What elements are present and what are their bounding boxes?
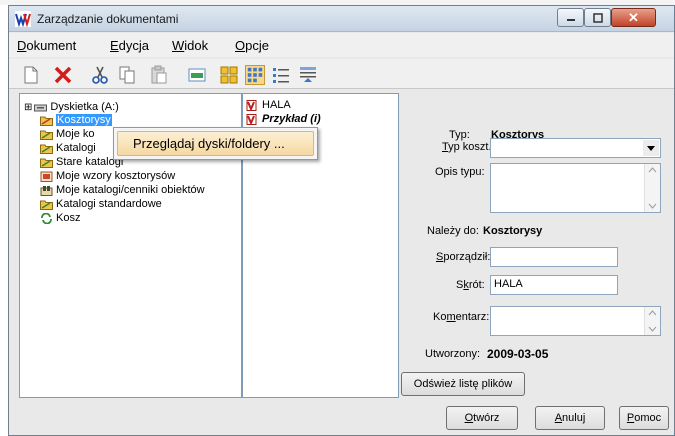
tree-item-katalogi-standardowe[interactable]: Katalogi standardowe [40,197,162,211]
delete-icon[interactable] [53,65,73,85]
list-view-icon[interactable] [271,65,291,85]
tree-item-moje-wzory[interactable]: Moje wzory kosztorysów [40,169,175,183]
menu-edycja[interactable]: Edycja [110,38,149,53]
opis-typu-label: Opis typu: [435,166,485,178]
scroll-up-icon[interactable] [648,310,657,317]
folder-icon [40,200,53,210]
scroll-down-icon[interactable] [648,202,657,209]
template-folder-icon [40,171,53,182]
maximize-icon [592,12,603,23]
maximize-button[interactable] [584,8,611,27]
copy-icon[interactable] [117,65,137,85]
new-document-icon[interactable] [21,65,41,85]
open-button[interactable]: Otwórz [446,406,518,430]
scroll-up-icon[interactable] [648,167,657,174]
scrollbar[interactable] [644,164,660,212]
file-item-przyklad[interactable]: Przykład (i) [246,112,321,126]
document-manager-window: Zarządzanie dokumentami ✕ Dokument Edycj… [8,5,675,436]
help-button[interactable]: Pomoc [619,406,669,430]
details-view-icon[interactable] [298,65,318,85]
preview-icon[interactable] [187,65,207,85]
catalog-folder-icon [40,185,53,196]
nalezy-do-label: Należy do: [427,225,479,237]
skrot-label: Skrót: [456,279,485,291]
estimate-file-icon [246,113,257,125]
small-icons-view-icon[interactable] [245,65,265,85]
file-item-hala[interactable]: HALA [246,98,291,112]
cut-icon[interactable] [90,65,110,85]
nalezy-do-value: Kosztorysy [483,225,543,237]
window-title: Zarządzanie dokumentami [37,12,179,26]
floppy-drive-icon [34,104,48,111]
close-button[interactable]: ✕ [611,8,656,27]
tree-item-katalogi[interactable]: Katalogi [40,141,96,155]
sporzadzil-input[interactable] [490,247,618,267]
sporzadzil-label: Sporządził: [436,251,491,263]
refresh-file-list-button[interactable]: Odśwież listę plików [401,372,525,396]
recycle-bin-icon [41,212,52,224]
context-menu: Przeglądaj dyski/foldery ... [113,127,318,160]
komentarz-textarea[interactable] [490,306,661,336]
tree-item-kosz[interactable]: Kosz [40,211,80,225]
menu-dokument[interactable]: Dokument [17,38,76,53]
menu-widok[interactable]: Widok [172,38,208,53]
title-bar[interactable]: Zarządzanie dokumentami ✕ [9,6,674,32]
toolbar [9,59,674,89]
tree-item-kosztorysy[interactable]: Kosztorysy [40,113,112,127]
komentarz-label: Komentarz: [433,311,490,323]
close-icon: ✕ [628,9,639,25]
menu-opcje[interactable]: Opcje [235,38,269,53]
utworzony-label: Utworzony: [425,348,481,360]
context-menu-browse-item[interactable]: Przeglądaj dyski/foldery ... [117,131,314,156]
folder-icon [40,116,53,126]
paste-icon[interactable] [149,65,169,85]
folder-icon [40,130,53,140]
typ-koszt-label: Typ koszt.: [442,141,495,153]
minimize-button[interactable] [557,8,584,27]
app-logo-icon [15,11,31,27]
scrollbar[interactable] [644,307,660,335]
minimize-icon [566,18,575,21]
tree-item-floppy[interactable]: ⊞ Dyskietka (A:) [24,100,119,114]
tree-item-stare-katalogi[interactable]: Stare katalogi [40,155,123,169]
dropdown-arrow-icon[interactable] [643,140,659,156]
scroll-down-icon[interactable] [648,325,657,332]
large-icons-view-icon[interactable] [219,65,239,85]
utworzony-value: 2009-03-05 [487,347,549,361]
folder-icon [40,144,53,154]
menu-bar: Dokument Edycja Widok Opcje [9,33,674,57]
cancel-button[interactable]: Anuluj [535,406,605,430]
typ-koszt-select[interactable] [490,138,661,158]
tree-item-moje-katalogi-cenniki[interactable]: Moje katalogi/cenniki obiektów [40,183,205,197]
typ-label: Typ: [449,129,470,141]
skrot-input[interactable]: HALA [490,275,618,295]
estimate-file-icon [246,99,257,111]
folder-icon [40,158,53,168]
tree-item-moje-kosztorysy[interactable]: Moje ko [40,127,95,141]
opis-typu-textarea[interactable] [490,163,661,213]
expand-icon[interactable]: ⊞ [24,102,32,113]
